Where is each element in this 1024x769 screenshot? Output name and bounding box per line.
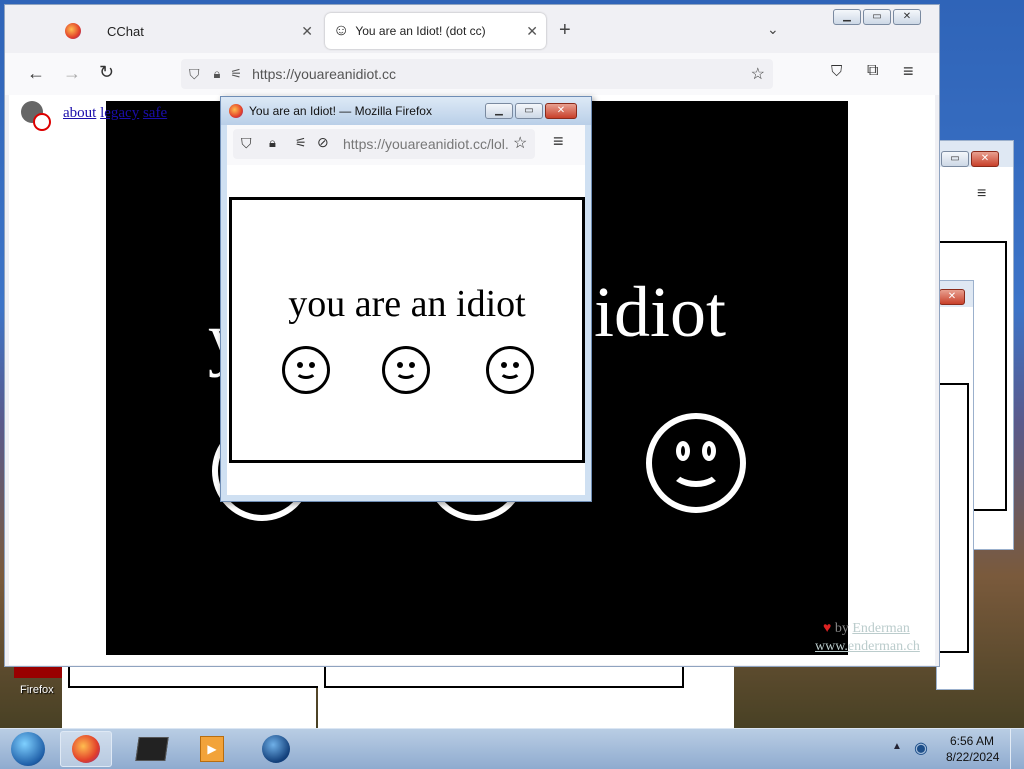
tab-close-icon[interactable]: ✕	[301, 23, 313, 40]
show-desktop-button[interactable]	[1010, 729, 1024, 769]
smiley-favicon-icon: ☺	[333, 22, 350, 39]
page-links: about legacy safe	[63, 105, 167, 122]
idiot-message: you are an idiot	[288, 283, 526, 325]
nav-bar: ← → ↻ ⛉ 🔒︎ ⚟ https://youareanidiot.cc ☆ …	[5, 53, 939, 95]
media-player-icon: ▶	[200, 736, 224, 762]
url-text[interactable]: https://youareanidiot.cc	[252, 66, 396, 82]
lock-icon[interactable]: 🔒︎	[269, 135, 276, 151]
shield-icon[interactable]: ⛉	[241, 135, 252, 152]
maximize-button[interactable]: ▭	[863, 9, 891, 25]
popup-nav-bar: ⛉ 🔒︎ ⚟ ⊘ https://youareanidiot.cc/lol. ☆…	[227, 125, 585, 165]
background-window-bottom-2[interactable]	[318, 662, 688, 728]
large-smiley-right	[646, 413, 746, 513]
forward-arrow-icon[interactable]: →	[63, 63, 81, 84]
firefox-icon	[72, 735, 100, 763]
new-tab-plus-icon[interactable]: +	[559, 19, 571, 42]
windows-logo-icon	[11, 732, 45, 766]
tab-firefox-home[interactable]	[53, 13, 93, 49]
menu-hamburger-icon[interactable]: ≡	[903, 61, 914, 82]
desktop-firefox-label: Firefox	[20, 684, 54, 696]
popup-page-content: you are an idiot	[227, 165, 585, 495]
credit-prefix: by	[834, 621, 849, 636]
bookmark-star-icon[interactable]: ☆	[751, 64, 765, 84]
popup-maximize-button[interactable]: ▭	[515, 103, 543, 119]
background-window-right-2[interactable]: ✕	[935, 280, 974, 690]
tab-close-icon[interactable]: ✕	[526, 23, 538, 40]
popup-title-bar[interactable]: You are an Idiot! — Mozilla Firefox ▁ ▭ …	[221, 97, 591, 125]
popup-close-button[interactable]: ✕	[545, 103, 577, 119]
taskbar-terminal[interactable]	[126, 731, 178, 767]
desktop-firefox-icon[interactable]: Firefox	[14, 664, 64, 700]
background-window-bottom-1[interactable]	[62, 662, 320, 728]
network-icon[interactable]: ◉	[914, 738, 928, 758]
tab-strip: CChat ✕ ☺ You are an Idiot! (dot cc) ✕ +…	[5, 5, 939, 53]
taskbar-globe[interactable]	[250, 731, 302, 767]
globe-icon	[262, 735, 290, 763]
tab-active-title: You are an Idiot! (dot cc)	[355, 24, 486, 38]
start-button[interactable]	[0, 731, 56, 767]
permissions-icon[interactable]: ⚟	[295, 135, 307, 151]
smiley-3	[486, 346, 534, 394]
bookmark-star-icon[interactable]: ☆	[513, 133, 527, 153]
heart-icon: ♥	[823, 621, 832, 636]
link-about[interactable]: about	[63, 105, 96, 121]
lock-icon[interactable]: 🔒︎	[214, 66, 221, 82]
pocket-icon[interactable]: ⛉	[831, 63, 842, 80]
popup-minimize-button[interactable]: ▁	[485, 103, 513, 119]
smiley-1	[282, 346, 330, 394]
tab-cchat[interactable]: CChat ✕	[97, 13, 319, 49]
link-legacy[interactable]: legacy	[100, 105, 139, 121]
taskbar: ▶ ▲ ◉ 6:56 AM 8/22/2024	[0, 728, 1024, 769]
firefox-icon	[229, 104, 243, 118]
url-bar[interactable]: ⛉ 🔒︎ ⚟ https://youareanidiot.cc ☆	[181, 59, 773, 89]
back-arrow-icon[interactable]: ←	[27, 63, 45, 84]
audio-muted-icon[interactable]	[21, 101, 51, 131]
tab-cchat-title: CChat	[107, 23, 144, 39]
menu-hamburger-icon[interactable]: ≡	[553, 131, 564, 152]
taskbar-firefox[interactable]	[60, 731, 112, 767]
taskbar-media-player[interactable]: ▶	[186, 731, 238, 767]
tab-you-are-an-idiot[interactable]: ☺ You are an Idiot! (dot cc) ✕	[325, 13, 546, 49]
shield-icon[interactable]: ⛉	[189, 66, 200, 83]
big-idiot-text: idiot	[594, 272, 727, 352]
minimize-button[interactable]: ▁	[833, 9, 861, 25]
background-window-bottom-3[interactable]	[688, 662, 734, 728]
tab-list-chevron-icon[interactable]: ⌄	[767, 21, 779, 38]
credit-url-link[interactable]: www.enderman.ch	[815, 639, 920, 655]
tray-expand-icon[interactable]: ▲	[892, 741, 902, 752]
permissions-icon[interactable]: ⚟	[230, 66, 242, 82]
tracking-blocked-icon[interactable]: ⊘	[317, 134, 329, 151]
clock-date[interactable]: 8/22/2024	[946, 750, 999, 764]
popup-url-text[interactable]: https://youareanidiot.cc/lol.	[343, 136, 511, 152]
link-safe[interactable]: safe	[143, 105, 167, 121]
firefox-icon	[65, 23, 81, 39]
extensions-puzzle-icon[interactable]: ⧉	[867, 62, 878, 80]
clock-time[interactable]: 6:56 AM	[950, 734, 994, 748]
popup-url-bar[interactable]: ⛉ 🔒︎ ⚟ ⊘ https://youareanidiot.cc/lol. ☆	[233, 129, 535, 159]
smiley-2	[382, 346, 430, 394]
reload-icon[interactable]: ↻	[99, 62, 114, 83]
popup-title-text: You are an Idiot! — Mozilla Firefox	[249, 104, 432, 118]
terminal-icon	[135, 737, 169, 761]
close-button[interactable]: ✕	[893, 9, 921, 25]
credit: ♥ by Enderman	[823, 621, 910, 637]
popup-browser-window[interactable]: You are an Idiot! — Mozilla Firefox ▁ ▭ …	[220, 96, 592, 502]
idiot-box: you are an idiot	[229, 197, 585, 463]
credit-name-link[interactable]: Enderman	[852, 621, 910, 636]
